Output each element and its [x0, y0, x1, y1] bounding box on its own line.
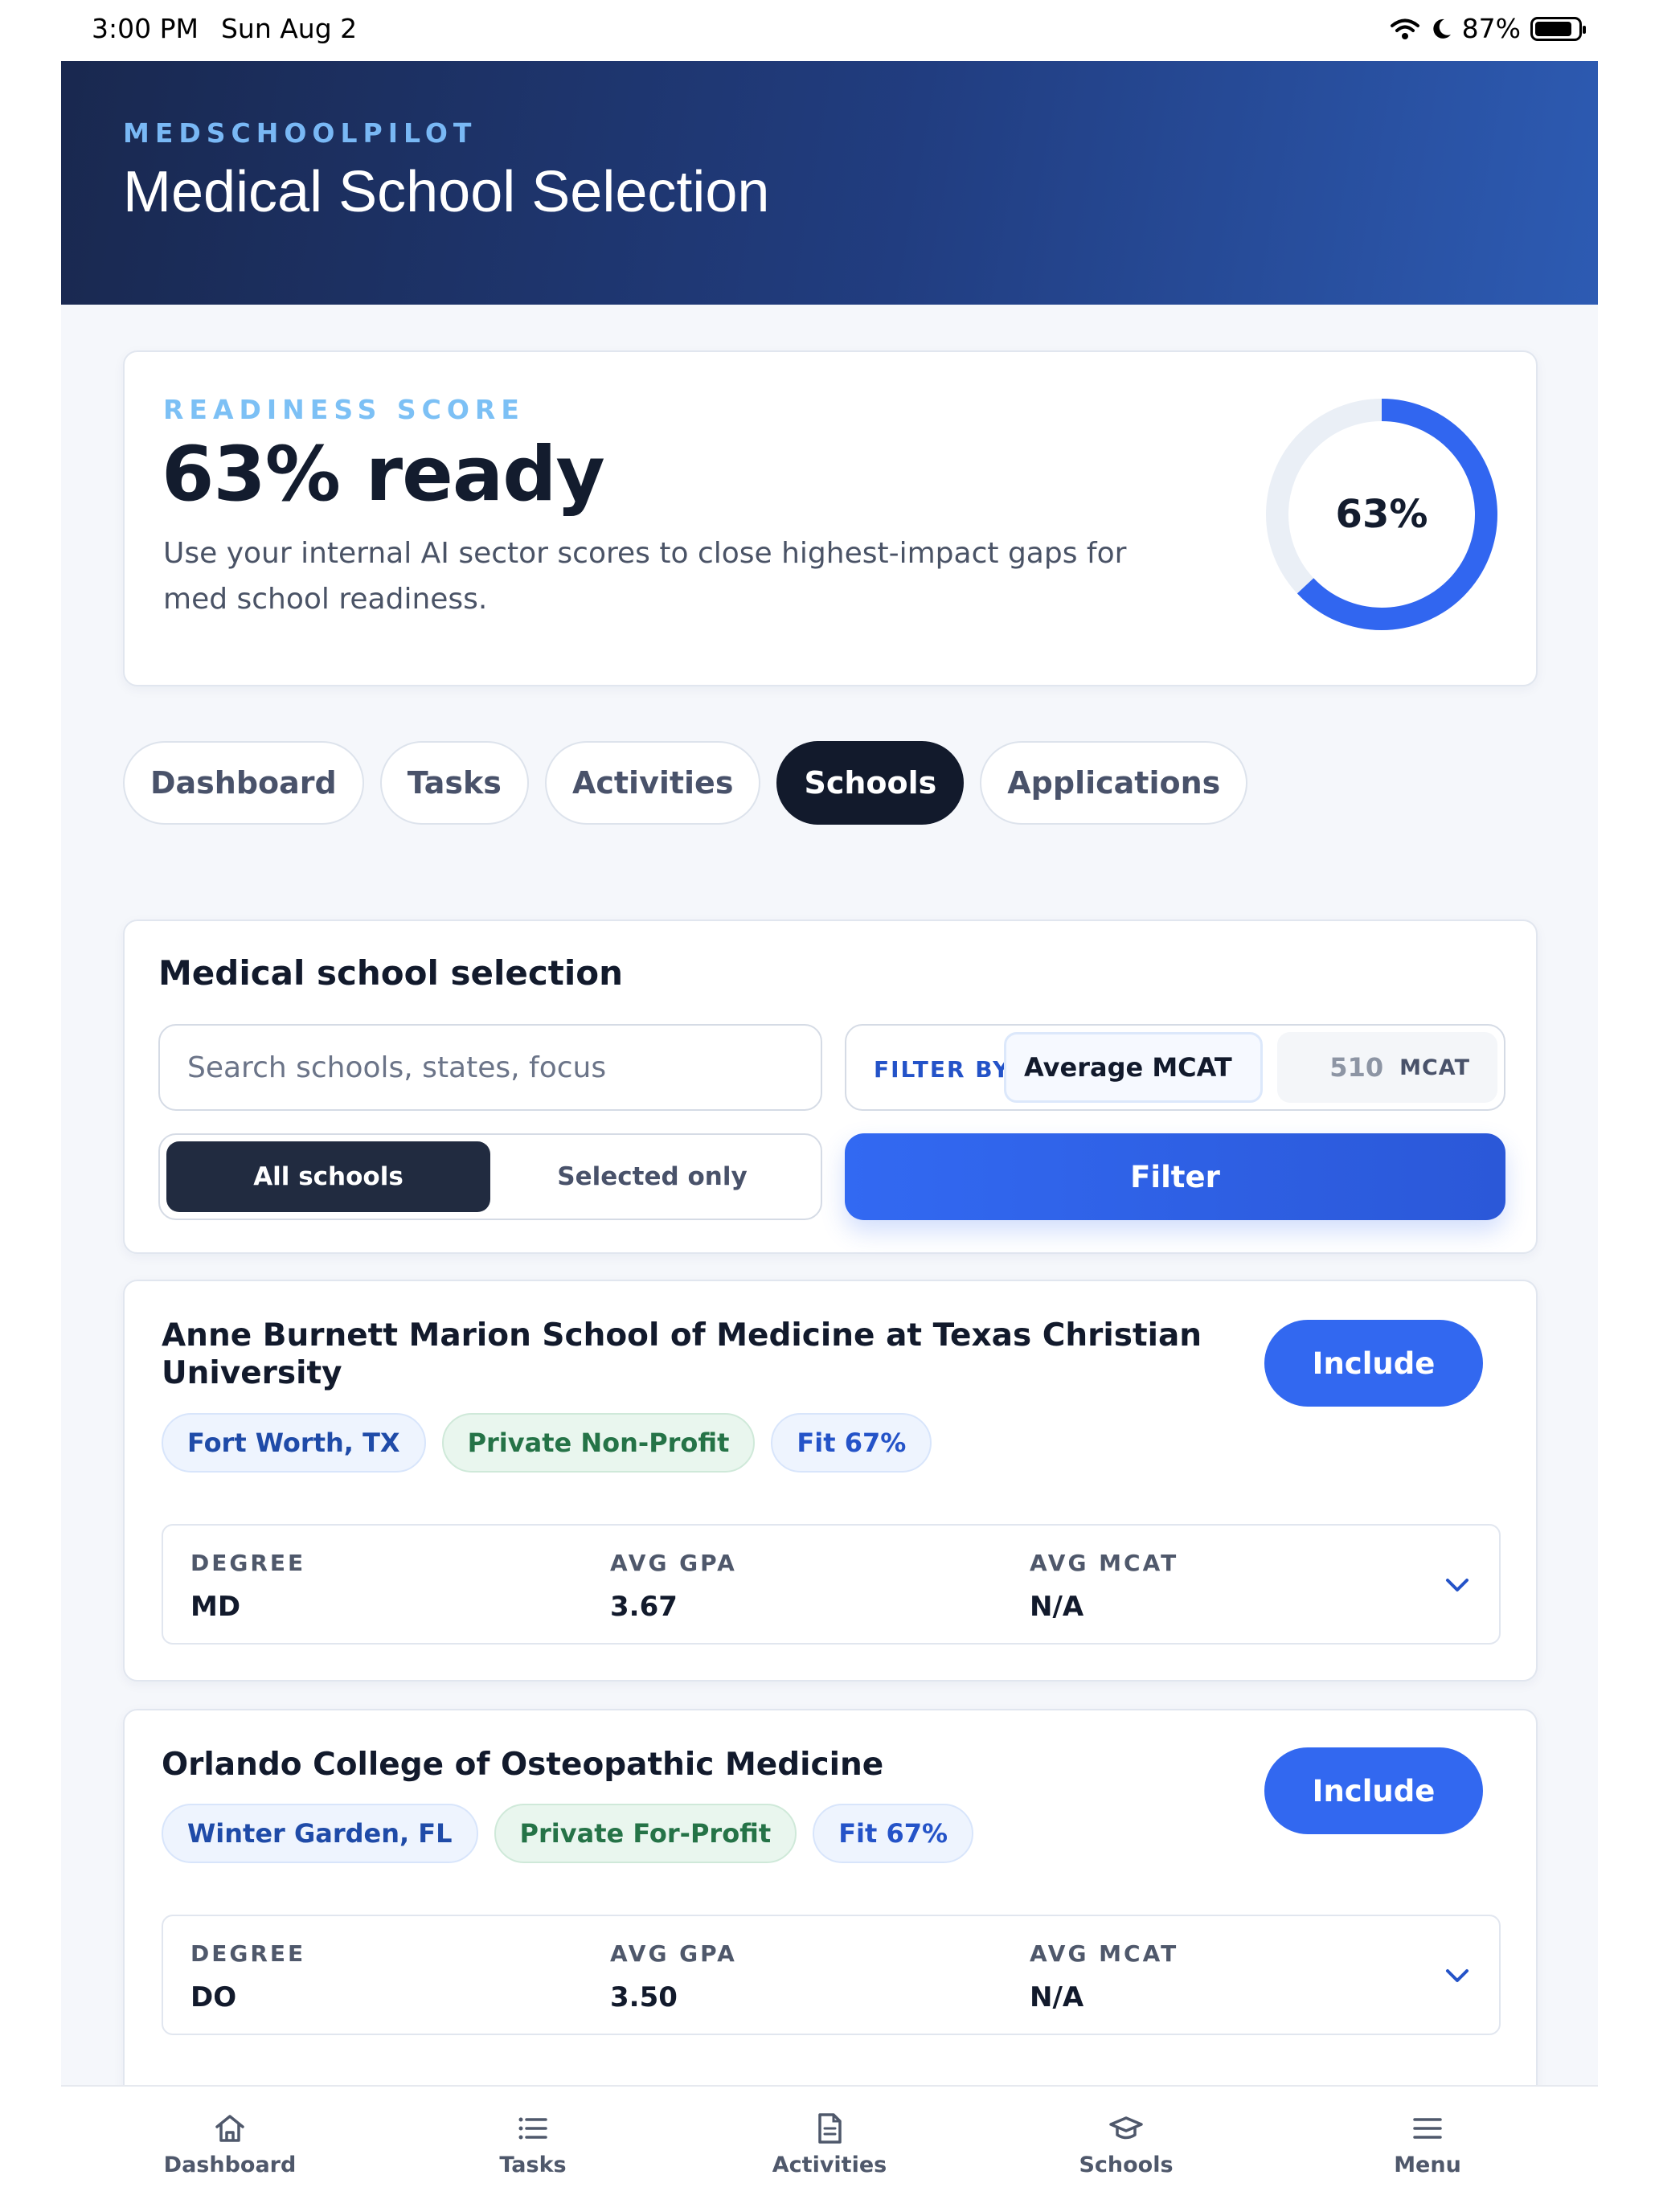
status-bar: 3:00 PM Sun Aug 2 87% — [0, 0, 1659, 61]
school-tags: Fort Worth, TX Private Non-Profit Fit 67… — [162, 1413, 932, 1473]
filter-control: FILTER BY Average MCAT 510 MCAT — [845, 1024, 1505, 1111]
stat-gpa-label: AVG GPA — [610, 1940, 737, 1967]
nav-label: Activities — [772, 2153, 887, 2177]
school-stats[interactable]: DEGREE DO AVG GPA 3.50 AVG MCAT N/A — [162, 1915, 1501, 2035]
hamburger-menu-icon — [1413, 2118, 1442, 2139]
stat-gpa-value: 3.50 — [610, 1981, 678, 2013]
battery-icon — [1530, 16, 1586, 41]
school-card: Anne Burnett Marion School of Medicine a… — [123, 1280, 1538, 1682]
fit-chip: Fit 67% — [813, 1804, 974, 1863]
status-date: Sun Aug 2 — [220, 13, 358, 44]
brand-name: MEDSCHOOLPILOT — [123, 117, 477, 149]
stat-gpa: AVG GPA 3.50 — [610, 1940, 737, 2013]
tab-dashboard[interactable]: Dashboard — [123, 741, 364, 825]
section-tabs: Dashboard Tasks Activities Schools Appli… — [123, 741, 1248, 825]
stat-degree: DEGREE MD — [190, 1550, 305, 1623]
tab-schools[interactable]: Schools — [776, 741, 965, 825]
stat-gpa: AVG GPA 3.67 — [610, 1550, 737, 1623]
filter-value: 510 — [1329, 1052, 1384, 1083]
location-chip: Winter Garden, FL — [162, 1804, 478, 1863]
readiness-card: READINESS SCORE 63% ready Use your inter… — [123, 350, 1538, 686]
include-button[interactable]: Include — [1264, 1747, 1483, 1834]
include-button[interactable]: Include — [1264, 1320, 1483, 1407]
stat-mcat-value: N/A — [1030, 1591, 1084, 1623]
wifi-icon — [1390, 18, 1419, 39]
stat-mcat-value: N/A — [1030, 1981, 1084, 2013]
stat-degree-label: DEGREE — [190, 1550, 306, 1576]
type-chip: Private For-Profit — [494, 1804, 797, 1863]
status-time: 3:00 PM — [92, 13, 199, 44]
filter-field-select[interactable]: Average MCAT — [1004, 1032, 1263, 1103]
moon-icon — [1432, 18, 1451, 39]
school-name: Orlando College of Osteopathic Medicine — [162, 1747, 884, 1783]
tab-applications[interactable]: Applications — [980, 741, 1248, 825]
location-chip: Fort Worth, TX — [162, 1413, 426, 1473]
nav-activities[interactable]: Activities — [733, 2111, 926, 2177]
toggle-selected-only[interactable]: Selected only — [490, 1141, 814, 1212]
status-indicators: 87% — [1390, 13, 1586, 44]
school-name: Anne Burnett Marion School of Medicine a… — [162, 1317, 1202, 1391]
stat-degree: DEGREE DO — [190, 1940, 305, 2013]
nav-schools[interactable]: Schools — [1030, 2111, 1223, 2177]
nav-label: Tasks — [499, 2153, 567, 2177]
nav-tasks[interactable]: Tasks — [436, 2111, 629, 2177]
nav-label: Dashboard — [163, 2153, 297, 2177]
toggle-all-schools[interactable]: All schools — [166, 1141, 490, 1212]
stat-degree-value: DO — [190, 1981, 237, 2013]
stat-mcat: AVG MCAT N/A — [1030, 1940, 1178, 2013]
chevron-down-icon[interactable] — [1440, 1958, 1475, 1993]
readiness-label: READINESS SCORE — [163, 394, 525, 425]
home-icon — [215, 2115, 244, 2142]
nav-label: Schools — [1079, 2153, 1174, 2177]
search-input[interactable]: Search schools, states, focus — [158, 1024, 822, 1111]
scope-toggle: All schools Selected only — [158, 1133, 822, 1220]
battery-percent: 87% — [1461, 13, 1521, 44]
tab-tasks[interactable]: Tasks — [379, 741, 529, 825]
stat-mcat: AVG MCAT N/A — [1030, 1550, 1178, 1623]
fit-chip: Fit 67% — [771, 1413, 932, 1473]
school-tags: Winter Garden, FL Private For-Profit Fit… — [162, 1804, 974, 1863]
readiness-ring-label: 63% — [1335, 492, 1428, 537]
stat-mcat-label: AVG MCAT — [1030, 1550, 1179, 1576]
readiness-title: 63% ready — [162, 431, 605, 518]
graduation-cap-icon — [1109, 2116, 1143, 2140]
battery-fill — [1535, 21, 1572, 36]
stat-gpa-label: AVG GPA — [610, 1550, 737, 1576]
selection-title: Medical school selection — [158, 953, 624, 993]
school-stats[interactable]: DEGREE MD AVG GPA 3.67 AVG MCAT N/A — [162, 1524, 1501, 1645]
nav-menu[interactable]: Menu — [1331, 2111, 1524, 2177]
bottom-navigation: Dashboard Tasks Activities Schools Menu — [61, 2085, 1598, 2212]
stat-degree-value: MD — [190, 1591, 241, 1623]
tab-activities[interactable]: Activities — [544, 741, 761, 825]
readiness-ring: 63% — [1261, 394, 1502, 635]
status-time-date: 3:00 PM Sun Aug 2 — [92, 13, 357, 44]
stat-gpa-value: 3.67 — [610, 1591, 678, 1623]
list-icon — [518, 2117, 547, 2140]
app-frame: MEDSCHOOLPILOT Medical School Selection … — [61, 61, 1598, 2212]
school-card: Orlando College of Osteopathic Medicine … — [123, 1709, 1538, 2127]
stat-degree-label: DEGREE — [190, 1940, 306, 1967]
filter-value-input[interactable]: 510 MCAT — [1277, 1032, 1497, 1103]
type-chip: Private Non-Profit — [441, 1413, 756, 1473]
stat-mcat-label: AVG MCAT — [1030, 1940, 1179, 1967]
school-selection-panel: Medical school selection Search schools,… — [123, 920, 1538, 1254]
page-header: MEDSCHOOLPILOT Medical School Selection — [61, 61, 1598, 305]
chevron-down-icon[interactable] — [1440, 1567, 1475, 1603]
filter-unit: MCAT — [1399, 1055, 1470, 1080]
nav-dashboard[interactable]: Dashboard — [133, 2111, 326, 2177]
nav-label: Menu — [1394, 2153, 1461, 2177]
page-title: Medical School Selection — [123, 160, 770, 224]
filter-by-label: FILTER BY — [874, 1056, 1011, 1083]
document-icon — [818, 2113, 842, 2144]
readiness-description: Use your internal AI sector scores to cl… — [163, 537, 1127, 616]
filter-button[interactable]: Filter — [845, 1133, 1505, 1220]
